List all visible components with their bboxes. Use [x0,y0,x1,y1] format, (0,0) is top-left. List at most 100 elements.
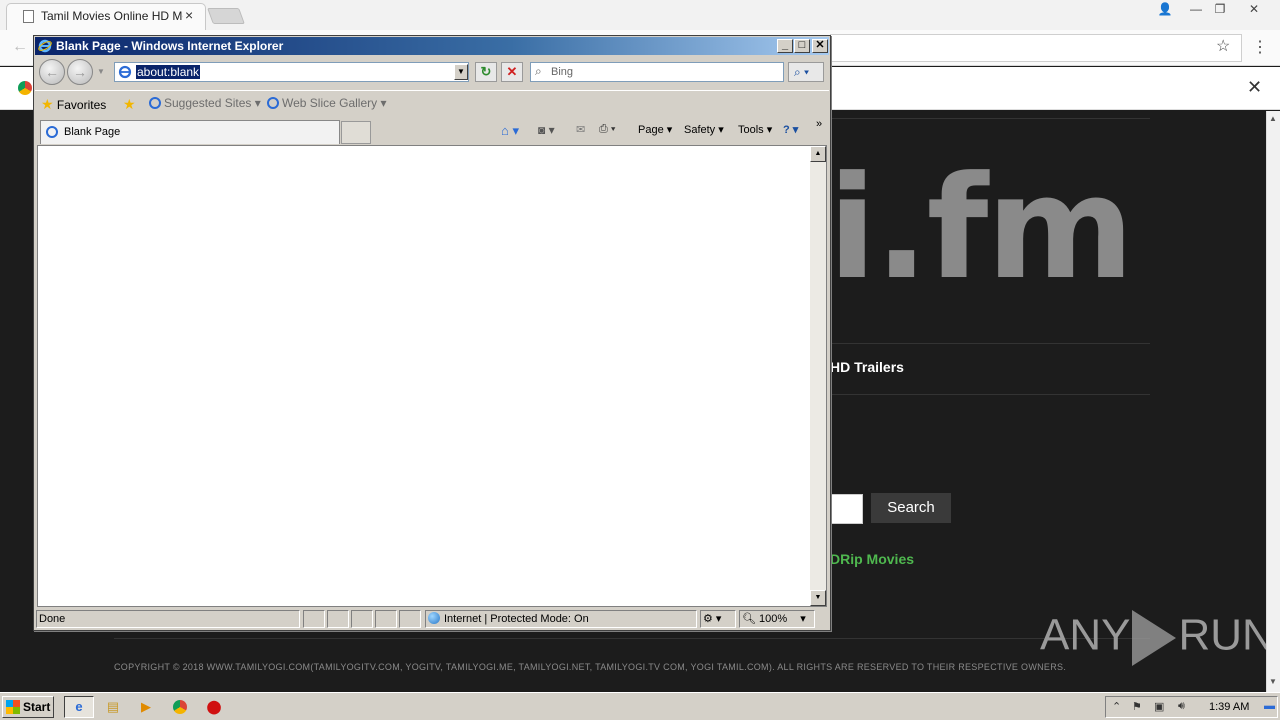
start-button[interactable]: Start [2,696,54,718]
page-icon [23,10,34,23]
suggested-sites-link[interactable]: Suggested Sites ▾ [149,96,261,110]
copyright-text: COPYRIGHT © 2018 WWW.TAMILYOGI.COM(TAMIL… [114,662,1067,672]
scroll-up-icon[interactable]: ▲ [1269,114,1277,123]
ie-close-button[interactable]: ✕ [812,39,828,53]
print-icon[interactable]: ⎙ ▾ [599,123,615,136]
volume-icon[interactable]: 🔊︎ [1178,700,1185,713]
taskbar-chrome-icon[interactable] [165,696,195,718]
watermark-any: ANY [1040,610,1131,660]
taskbar-explorer-icon[interactable]: ▤ [98,696,128,718]
system-tray: ⌃ ⚑ ▣ 🔊︎ 1:39 AM ▬ [1105,696,1278,718]
zone-label: Internet | Protected Mode: On [444,613,589,625]
clock[interactable]: 1:39 AM [1209,701,1249,713]
divider [830,343,1150,344]
show-hidden-icons[interactable]: ⌃ [1112,700,1121,713]
stop-button[interactable]: ✕ [501,62,523,82]
security-zone[interactable]: Internet | Protected Mode: On [425,610,697,628]
scroll-down-icon[interactable]: ▼ [1269,677,1277,686]
status-text: Done [36,610,300,628]
chrome-tab[interactable]: Tamil Movies Online HD Mov × [6,3,206,30]
tools-menu-label: Tools [738,124,764,136]
site-search-button[interactable]: Search [871,493,951,523]
site-logo[interactable]: i.fm [828,158,1134,300]
show-desktop-icon[interactable]: ▬ [1264,700,1275,712]
scroll-up-button[interactable]: ▲ [810,146,826,162]
taskbar-media-player-icon[interactable]: ▶ [131,696,161,718]
status-cell [399,610,421,628]
refresh-button[interactable]: ↻ [475,62,497,82]
page-ie-icon [118,65,132,79]
infobar-close-icon[interactable]: ✕ [1247,77,1262,98]
tools-menu[interactable]: Tools ▾ [738,123,772,136]
new-tab-button[interactable] [207,8,245,24]
chevron-right-icon[interactable]: » [816,118,822,130]
watermark-run: RUN [1178,610,1274,660]
forward-button[interactable]: → [67,59,93,85]
taskbar: Start e ▤ ▶ ⬤ ⌃ ⚑ ▣ 🔊︎ 1:39 AM ▬ [0,692,1280,720]
address-bar[interactable]: about:blank ▼ [114,62,469,82]
close-tab-icon[interactable]: × [185,7,193,23]
status-cell [375,610,397,628]
network-icon[interactable]: ▣ [1154,700,1164,713]
ie-new-tab-button[interactable] [341,121,371,144]
footer-divider [114,638,1150,639]
zoom-control[interactable]: 🔍︎ 100% ▾ [739,610,815,628]
ie-small-icon [46,126,58,138]
search-icon: ⌕ [535,64,542,78]
ie-tab-blank-page[interactable]: Blank Page [40,120,340,144]
web-slice-gallery-link[interactable]: Web Slice Gallery ▾ [267,96,387,110]
ie-vertical-scrollbar[interactable]: ▲ ▼ [810,146,826,606]
action-center-flag-icon[interactable]: ⚑ [1132,700,1142,713]
nav-item-hd-trailers[interactable]: HD Trailers [830,359,904,375]
status-cell [303,610,325,628]
scroll-down-button[interactable]: ▼ [810,590,826,606]
search-go-button[interactable]: ⌕ ▾ [788,62,824,82]
ie-window: Blank Page - Windows Internet Explorer _… [33,35,831,631]
ie-titlebar[interactable]: Blank Page - Windows Internet Explorer _… [35,37,829,55]
chrome-omnibox[interactable] [830,34,1242,62]
search-box[interactable]: ⌕ Bing [530,62,784,82]
taskbar-stop-icon[interactable]: ⬤ [199,696,229,718]
chrome-menu-icon[interactable]: ⋮ [1252,37,1268,57]
divider [830,118,1150,119]
close-window-button[interactable]: ✕ [1242,0,1266,18]
ie-small-icon [149,97,161,109]
restore-button[interactable]: ❐ [1208,0,1232,18]
minimize-button[interactable]: — [1184,0,1208,18]
zoom-dropdown-icon[interactable]: ▾ [800,613,806,625]
address-dropdown-icon[interactable]: ▼ [454,64,468,80]
ie-content-area[interactable]: ▲ ▼ [37,145,827,607]
address-text[interactable]: about:blank [136,65,201,79]
back-arrow-icon[interactable]: ← [12,38,28,56]
page-scrollbar[interactable]: ▲ ▼ [1266,111,1280,692]
status-cell [351,610,373,628]
ie-status-bar: Done Internet | Protected Mode: On ⚙ ▾ 🔍… [35,609,829,629]
recent-pages-dropdown-icon[interactable]: ▼ [97,67,105,76]
taskbar-ie-icon[interactable]: e [64,696,94,718]
rip-movies-link[interactable]: DRip Movies [830,551,914,567]
favorites-star-icon: ★ [41,96,54,112]
favorites-label: Favorites [56,98,107,112]
web-slice-gallery-label: Web Slice Gallery [282,96,378,110]
safety-menu-label: Safety [684,124,716,136]
start-label: Start [23,700,51,714]
user-icon[interactable]: 👤 [1153,0,1177,18]
mail-icon[interactable]: ✉ [576,123,585,136]
page-menu[interactable]: Page ▾ [638,123,672,136]
ie-navigation-bar: ← → ▼ about:blank ▼ ↻ ✕ ⌕ Bing ⌕ ▾ [35,56,829,88]
feeds-icon[interactable]: ◙ ▾ [538,123,555,137]
protected-mode-icon[interactable]: ⚙ ▾ [700,610,736,628]
add-favorites-icon[interactable]: ★ [123,96,136,113]
status-cell [327,610,349,628]
favorites-button[interactable]: ★ Favorites [41,96,106,113]
home-icon[interactable]: ⌂ ▾ [501,123,519,139]
help-icon[interactable]: ? ▾ [783,123,798,136]
chrome-tab-title: Tamil Movies Online HD Mov [41,9,183,23]
ie-window-title: Blank Page - Windows Internet Explorer [56,39,284,53]
ie-logo-icon [38,39,52,53]
ie-minimize-button[interactable]: _ [777,39,793,53]
bookmark-star-icon[interactable]: ☆ [1216,36,1230,56]
back-button[interactable]: ← [39,59,65,85]
ie-maximize-button[interactable]: □ [794,39,810,53]
safety-menu[interactable]: Safety ▾ [684,123,724,136]
